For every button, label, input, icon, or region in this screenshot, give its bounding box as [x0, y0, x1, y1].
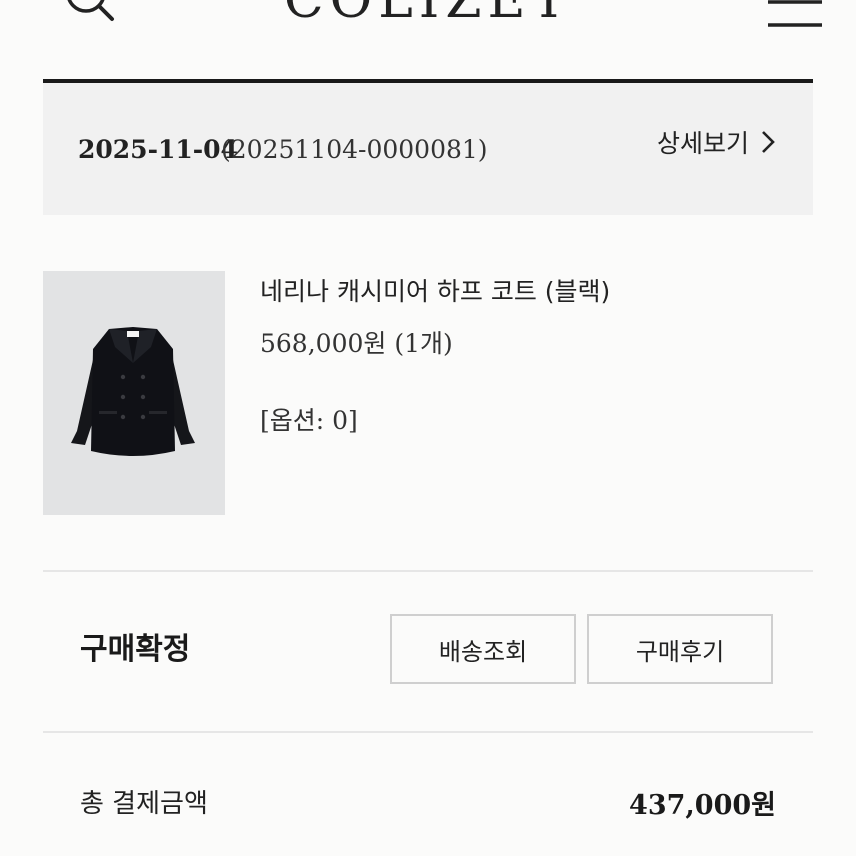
order-status: 구매확정 [80, 632, 191, 667]
order-detail-label: 상세보기 [656, 129, 749, 158]
product-price: 568,000원 (1개) [260, 329, 453, 358]
order-number: (20251104-0000081) [221, 135, 488, 164]
section-divider [43, 731, 813, 733]
chevron-right-icon [762, 131, 775, 153]
section-divider [43, 570, 813, 572]
order-date: 2025-11-04 [78, 135, 238, 164]
order-summary-bar: 2025-11-04 (20251104-0000081) 상세보기 [43, 83, 813, 215]
total-payment-value: 437,000원 [629, 790, 776, 821]
write-review-button[interactable]: 구매후기 [587, 614, 773, 684]
brand-logo[interactable]: COLIZET [0, 0, 856, 30]
coat-image [43, 271, 225, 515]
track-delivery-button[interactable]: 배송조회 [390, 614, 576, 684]
product-name[interactable]: 네리나 캐시미어 하프 코트 (블랙) [260, 272, 610, 308]
hamburger-menu-icon [768, 0, 822, 27]
site-header: COLIZET [0, 0, 856, 80]
menu-button[interactable] [760, 0, 830, 40]
product-image[interactable] [43, 271, 225, 515]
product-option: [옵션: 0] [260, 406, 358, 435]
order-detail-link[interactable]: 상세보기 [657, 124, 777, 160]
total-payment-label: 총 결제금액 [80, 789, 208, 819]
